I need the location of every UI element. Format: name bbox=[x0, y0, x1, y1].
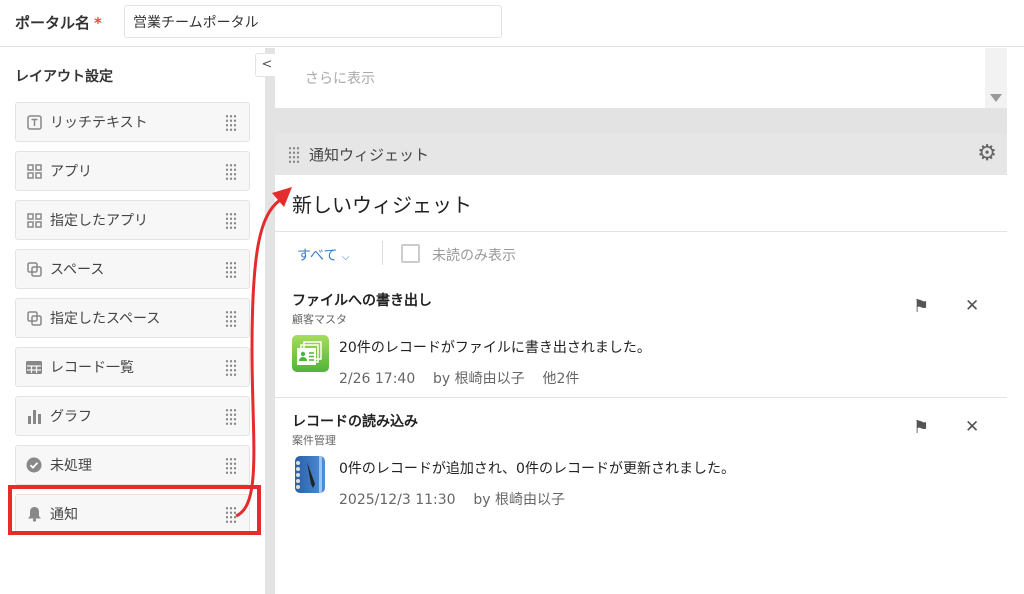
customer-app-icon bbox=[292, 335, 329, 372]
portal-preview: さらに表示 通知ウィジェット ⚙ 新しいウィジェット すべて ⌵ 未読のみ表示 … bbox=[275, 48, 1007, 594]
gear-icon[interactable]: ⚙ bbox=[977, 141, 997, 166]
notification-message: 20件のレコードがファイルに書き出されました。 bbox=[339, 340, 651, 356]
filter-dropdown[interactable]: すべて ⌵ bbox=[297, 245, 350, 265]
drag-handle[interactable] bbox=[225, 310, 237, 328]
notification-title[interactable]: ファイルへの書き出し bbox=[292, 290, 432, 310]
flag-icon[interactable]: ⚑ bbox=[913, 417, 929, 438]
notification-meta: 2025/12/3 11:30 by 根崎由以子 bbox=[339, 492, 566, 508]
item-label: レコード一覧 bbox=[50, 360, 134, 376]
drag-handle[interactable] bbox=[225, 163, 237, 181]
close-icon[interactable]: ✕ bbox=[965, 296, 979, 316]
drag-handle[interactable] bbox=[288, 146, 300, 163]
widget-body: 新しいウィジェット すべて ⌵ 未読のみ表示 ファイルへの書き出し 顧客マスタ … bbox=[275, 175, 1007, 594]
notebook-app-icon bbox=[295, 456, 325, 493]
layout-item-apps[interactable]: アプリ bbox=[15, 151, 250, 191]
layout-item-specified-apps[interactable]: 指定したアプリ bbox=[15, 200, 250, 240]
layout-item-space[interactable]: スペース bbox=[15, 249, 250, 289]
item-label: スペース bbox=[50, 262, 105, 278]
text-icon bbox=[26, 114, 42, 130]
widget-header: 通知ウィジェット ⚙ bbox=[275, 133, 1007, 175]
check-icon bbox=[26, 457, 42, 473]
scrollbar[interactable] bbox=[985, 48, 1007, 108]
space-icon bbox=[26, 310, 42, 326]
layout-title: レイアウト設定 bbox=[15, 69, 113, 85]
widget-name: 新しいウィジェット bbox=[292, 193, 472, 217]
apps-icon bbox=[26, 163, 42, 179]
filter-label: すべて bbox=[297, 248, 338, 264]
drag-handle[interactable] bbox=[225, 457, 237, 475]
widget-header-title: 通知ウィジェット bbox=[309, 146, 430, 164]
apps-icon bbox=[26, 212, 42, 228]
item-label: グラフ bbox=[50, 409, 92, 425]
divider bbox=[275, 231, 1007, 232]
unread-only-label[interactable]: 未読のみ表示 bbox=[432, 245, 516, 265]
chart-icon bbox=[26, 408, 42, 424]
divider bbox=[382, 241, 383, 265]
layout-item-specified-space[interactable]: 指定したスペース bbox=[15, 298, 250, 338]
page-edge bbox=[1007, 48, 1024, 594]
previous-widget: さらに表示 bbox=[275, 48, 1007, 108]
item-label: アプリ bbox=[50, 164, 92, 180]
scroll-down-icon[interactable] bbox=[990, 94, 1002, 102]
top-bar: ポータル名 * bbox=[0, 0, 1024, 47]
unread-only-checkbox[interactable] bbox=[401, 244, 420, 263]
item-label: 指定したスペース bbox=[50, 311, 161, 327]
notification-title[interactable]: レコードの読み込み bbox=[292, 411, 418, 431]
notification-app: 顧客マスタ bbox=[292, 313, 347, 326]
layout-item-rich-text[interactable]: リッチテキスト bbox=[15, 102, 250, 142]
notification-meta: 2/26 17:40 by 根崎由以子 他2件 bbox=[339, 371, 580, 387]
item-label: 指定したアプリ bbox=[50, 213, 148, 229]
layout-item-record-list[interactable]: レコード一覧 bbox=[15, 347, 250, 387]
item-label: リッチテキスト bbox=[50, 115, 148, 131]
drag-handle[interactable] bbox=[225, 114, 237, 132]
portal-name-input[interactable] bbox=[124, 5, 502, 38]
panel-divider[interactable] bbox=[265, 48, 275, 594]
drag-handle[interactable] bbox=[225, 212, 237, 230]
chevron-down-icon: ⌵ bbox=[341, 252, 350, 263]
drag-handle[interactable] bbox=[225, 359, 237, 377]
drag-handle[interactable] bbox=[225, 408, 237, 426]
layout-item-pending[interactable]: 未処理 bbox=[15, 445, 250, 485]
chevron-left-icon: < bbox=[261, 57, 273, 72]
notification-item[interactable]: ファイルへの書き出し 顧客マスタ 20件のレコードがファイルに書き出されました。… bbox=[275, 278, 1007, 398]
notification-item[interactable]: レコードの読み込み 案件管理 0件のレコードが追加され、0件のレコードが更新され… bbox=[275, 399, 1007, 519]
portal-name-label: ポータル名 * bbox=[15, 14, 102, 32]
layout-item-graph[interactable]: グラフ bbox=[15, 396, 250, 436]
highlight-box bbox=[8, 485, 261, 535]
close-icon[interactable]: ✕ bbox=[965, 417, 979, 437]
table-icon bbox=[26, 359, 42, 375]
notification-message: 0件のレコードが追加され、0件のレコードが更新されました。 bbox=[339, 461, 735, 477]
flag-icon[interactable]: ⚑ bbox=[913, 296, 929, 317]
show-more-link[interactable]: さらに表示 bbox=[305, 68, 375, 88]
space-icon bbox=[26, 261, 42, 277]
drag-handle[interactable] bbox=[225, 261, 237, 279]
notification-app: 案件管理 bbox=[292, 434, 336, 447]
item-label: 未処理 bbox=[50, 458, 92, 474]
